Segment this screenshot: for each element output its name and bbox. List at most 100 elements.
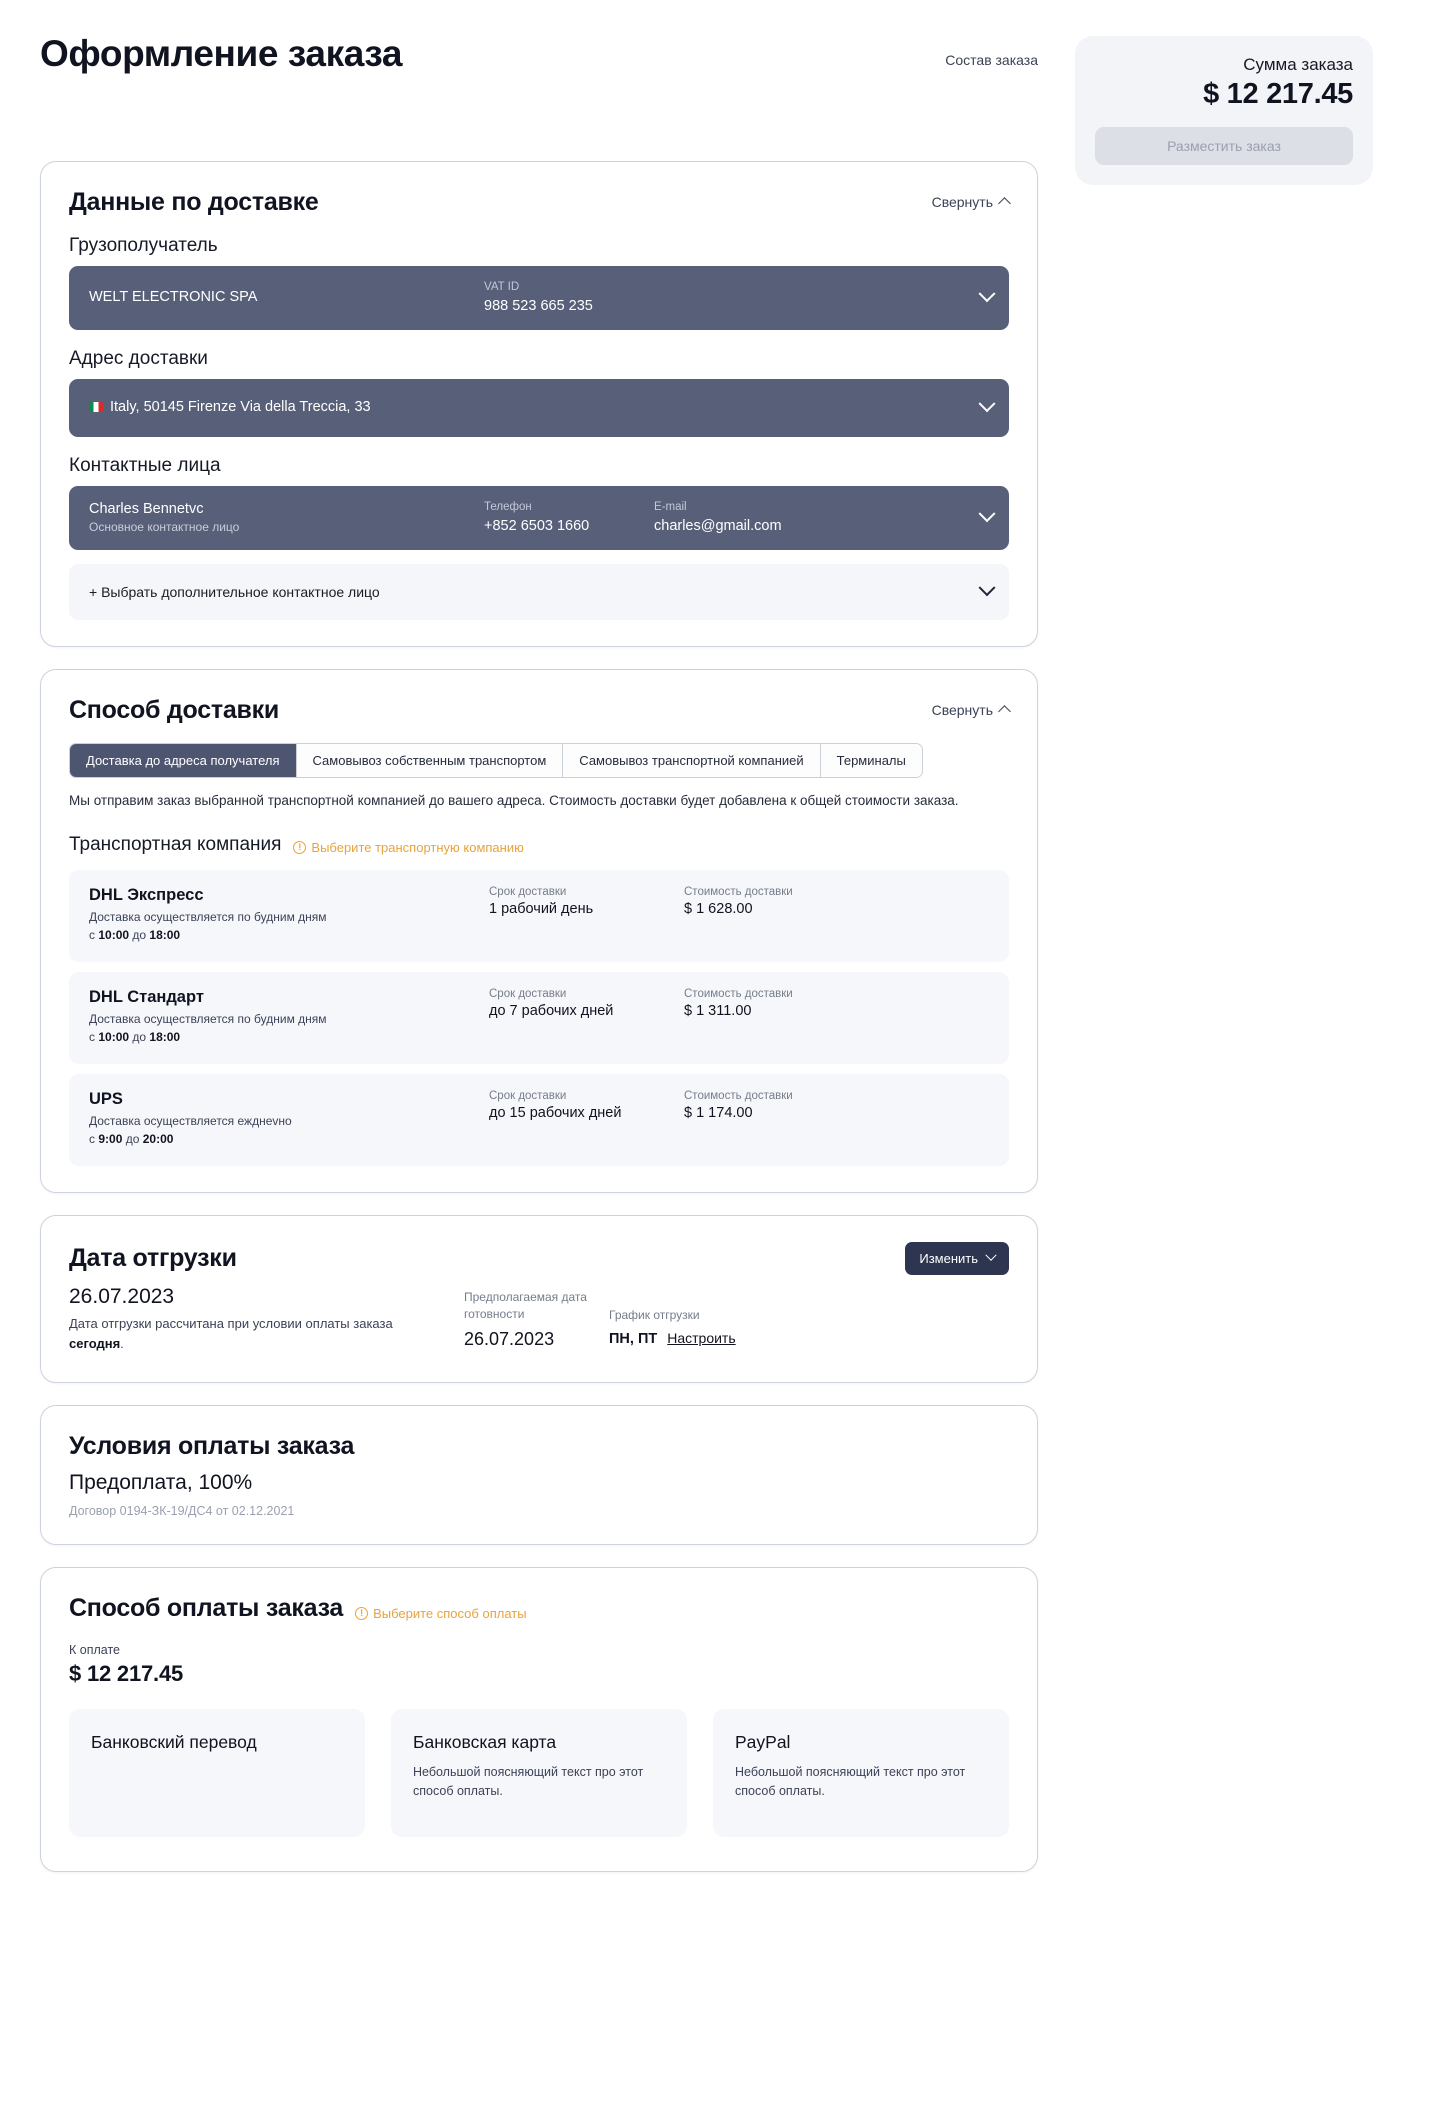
contacts-label: Контактные лица	[69, 454, 221, 476]
carrier-hours-to: 18:00	[149, 927, 181, 942]
carrier-list: DHL Экспресс Доставка осуществляется по …	[41, 862, 1037, 1192]
delivery-data-card: Данные по доставке Свернуть Грузополучат…	[40, 160, 1038, 647]
contact-email-col: E-mail charles@gmail.com	[654, 499, 981, 537]
consignee-vat-col: VAT ID 988 523 665 235	[484, 279, 981, 317]
chevron-down-icon	[985, 1249, 997, 1261]
delivery-method-title: Способ доставки	[69, 695, 280, 724]
carrier-desc: Доставка осуществляется по будним дням с…	[89, 908, 489, 944]
delivery-method-note: Мы отправим заказ выбранной транспортной…	[69, 792, 959, 808]
carrier-desc-line1: Доставка осуществляется по будним дням	[89, 909, 327, 924]
order-summary-label: Сумма заказа	[1243, 55, 1353, 74]
shipping-note-suffix: .	[120, 1335, 124, 1351]
delivery-data-title: Данные по доставке	[69, 187, 319, 216]
payment-option-paypal[interactable]: PayPal Небольшой поясняющий текст про эт…	[713, 1708, 1009, 1837]
carrier-name: UPS	[89, 1089, 123, 1108]
carrier-name: DHL Экспресс	[89, 885, 204, 904]
payment-method-header: Способ оплаты заказа ! Выберите способ о…	[41, 1568, 1037, 1623]
chevron-down-icon[interactable]	[978, 504, 996, 522]
carrier-warning-text: Выберите транспортную компанию	[311, 839, 524, 855]
contact-email-value: charles@gmail.com	[654, 518, 782, 535]
payment-method-title: Способ оплаты заказа	[69, 1593, 344, 1622]
order-contents-link[interactable]: Состав заказа	[945, 52, 1038, 68]
payment-amount-value: $ 12 217.45	[69, 1660, 184, 1686]
carrier-row[interactable]: DHL Экспресс Доставка осуществляется по …	[69, 869, 1009, 962]
payment-method-card: Способ оплаты заказа ! Выберите способ о…	[40, 1566, 1038, 1872]
carrier-term-col: Срок доставки до 15 рабочих дней	[489, 1090, 684, 1121]
carrier-name: DHL Стандарт	[89, 987, 204, 1006]
contact-person-select[interactable]: Charles Bennetvc Основное контактное лиц…	[69, 485, 1009, 550]
payment-options-list: Банковский перевод Банковская карта Небо…	[41, 1687, 1037, 1871]
schedule-days: ПН, ПТ	[609, 1331, 658, 1347]
contact-phone-value: +852 6503 1660	[484, 518, 590, 535]
carrier-cost-col: Стоимость доставки $ 1 174.00	[684, 1090, 879, 1121]
carrier-desc-prefix: с	[89, 1029, 99, 1044]
edit-shipping-date-button[interactable]: Изменить	[905, 1241, 1009, 1275]
carrier-hours-to: 20:00	[142, 1131, 174, 1146]
carrier-cost-col: Стоимость доставки $ 1 628.00	[684, 886, 879, 917]
payment-amount-block: К оплате $ 12 217.45	[41, 1623, 1037, 1687]
carrier-term-caption: Срок доставки	[489, 987, 567, 1000]
carrier-desc-prefix: с	[89, 927, 99, 942]
place-order-button[interactable]: Разместить заказ	[1095, 127, 1353, 166]
address-col: Italy, 50145 Firenze Via della Treccia, …	[89, 398, 981, 418]
address-value: Italy, 50145 Firenze Via della Treccia, …	[110, 398, 371, 415]
carrier-term-value: до 15 рабочих дней	[489, 1104, 622, 1121]
carrier-desc-mid: до	[129, 927, 150, 942]
delivery-data-collapse-button[interactable]: Свернуть	[932, 194, 1011, 210]
carrier-hours-from: 10:00	[98, 1029, 130, 1044]
payment-terms-value: Предоплата, 100%	[69, 1470, 253, 1494]
add-contact-label: + Выбрать дополнительное контактное лицо	[89, 583, 380, 600]
payment-option-title: Банковская карта	[413, 1731, 557, 1752]
tab-pickup-own-transport[interactable]: Самовывоз собственным транспортом	[296, 743, 564, 777]
chevron-down-icon[interactable]	[978, 284, 996, 302]
consignee-name: WELT ELECTRONIC SPA	[89, 288, 258, 305]
consignee-select[interactable]: WELT ELECTRONIC SPA VAT ID 988 523 665 2…	[69, 265, 1009, 330]
carrier-term-caption: Срок доставки	[489, 1089, 567, 1102]
carrier-desc-line1: Доставка осуществляется ежднevно	[89, 1113, 292, 1128]
carrier-name-col: DHL Стандарт Доставка осуществляется по …	[89, 988, 489, 1046]
payment-method-warning: ! Выберите способ оплаты	[355, 1606, 527, 1621]
delivery-data-header: Данные по доставке Свернуть	[41, 162, 1037, 217]
payment-amount-caption: К оплате	[69, 1642, 120, 1657]
payment-terms-body: Предоплата, 100% Договор 0194-ЗК-19/ДС4 …	[41, 1461, 1037, 1544]
shipping-note-prefix: Дата отгрузки рассчитана при условии опл…	[69, 1315, 393, 1331]
consignee-label: Грузополучатель	[69, 234, 218, 256]
delivery-method-collapse-button[interactable]: Свернуть	[932, 702, 1011, 719]
configure-schedule-link[interactable]: Настроить	[667, 1330, 735, 1346]
carrier-row[interactable]: DHL Стандарт Доставка осуществляется по …	[69, 971, 1009, 1064]
carrier-section-title: Транспортная компания	[69, 833, 282, 855]
add-contact-select[interactable]: + Выбрать дополнительное контактное лицо	[69, 563, 1009, 620]
delivery-address-select[interactable]: Italy, 50145 Firenze Via della Treccia, …	[69, 378, 1009, 437]
chevron-down-icon[interactable]	[978, 578, 996, 596]
chevron-up-icon	[998, 705, 1011, 719]
warning-exclamation-icon: !	[355, 1606, 369, 1620]
payment-terms-contract: Договор 0194-ЗК-19/ДС4 от 02.12.2021	[69, 1503, 295, 1518]
carrier-warning: ! Выберите транспортную компанию	[293, 839, 524, 855]
tab-pickup-carrier[interactable]: Самовывоз транспортной компанией	[563, 743, 821, 777]
shipping-note-bold: сегодня	[69, 1335, 121, 1351]
consignee-vat-caption: VAT ID	[484, 280, 520, 293]
carrier-cost-col: Стоимость доставки $ 1 311.00	[684, 988, 879, 1019]
shipping-date-note: Дата отгрузки рассчитана при условии опл…	[69, 1314, 399, 1354]
shipping-date-header: Дата отгрузки Изменить	[41, 1216, 1037, 1275]
order-summary-amount: $ 12 217.45	[1203, 78, 1353, 111]
chevron-down-icon[interactable]	[978, 394, 996, 412]
shipping-date-main-col: 26.07.2023 Дата отгрузки рассчитана при …	[69, 1285, 464, 1354]
ready-date-caption: Предполагаемая дата готовности	[464, 1289, 587, 1321]
carrier-cost-value: $ 1 311.00	[684, 1002, 752, 1019]
schedule-value-row: ПН, ПТ Настроить	[609, 1330, 736, 1347]
payment-option-desc: Небольшой поясняющий текст про этот спос…	[735, 1764, 966, 1799]
payment-option-bank-card[interactable]: Банковская карта Небольшой поясняющий те…	[391, 1708, 687, 1837]
checkout-page: Оформление заказа Состав заказа Сумма за…	[0, 0, 1440, 2111]
edit-button-label: Изменить	[919, 1250, 978, 1266]
address-value-wrap: Italy, 50145 Firenze Via della Treccia, …	[89, 398, 981, 418]
tab-delivery-to-address[interactable]: Доставка до адреса получателя	[70, 743, 297, 777]
tab-terminals[interactable]: Терминалы	[820, 743, 922, 777]
carrier-section-header: Транспортная компания ! Выберите транспо…	[41, 812, 1037, 862]
payment-terms-title: Условия оплаты заказа	[69, 1431, 355, 1460]
page-title: Оформление заказа	[40, 33, 403, 74]
carrier-row[interactable]: UPS Доставка осуществляется ежднevно с 9…	[69, 1073, 1009, 1166]
payment-option-bank-transfer[interactable]: Банковский перевод	[69, 1708, 365, 1837]
carrier-cost-value: $ 1 628.00	[684, 900, 753, 917]
shipping-date-body: 26.07.2023 Дата отгрузки рассчитана при …	[41, 1275, 1037, 1382]
